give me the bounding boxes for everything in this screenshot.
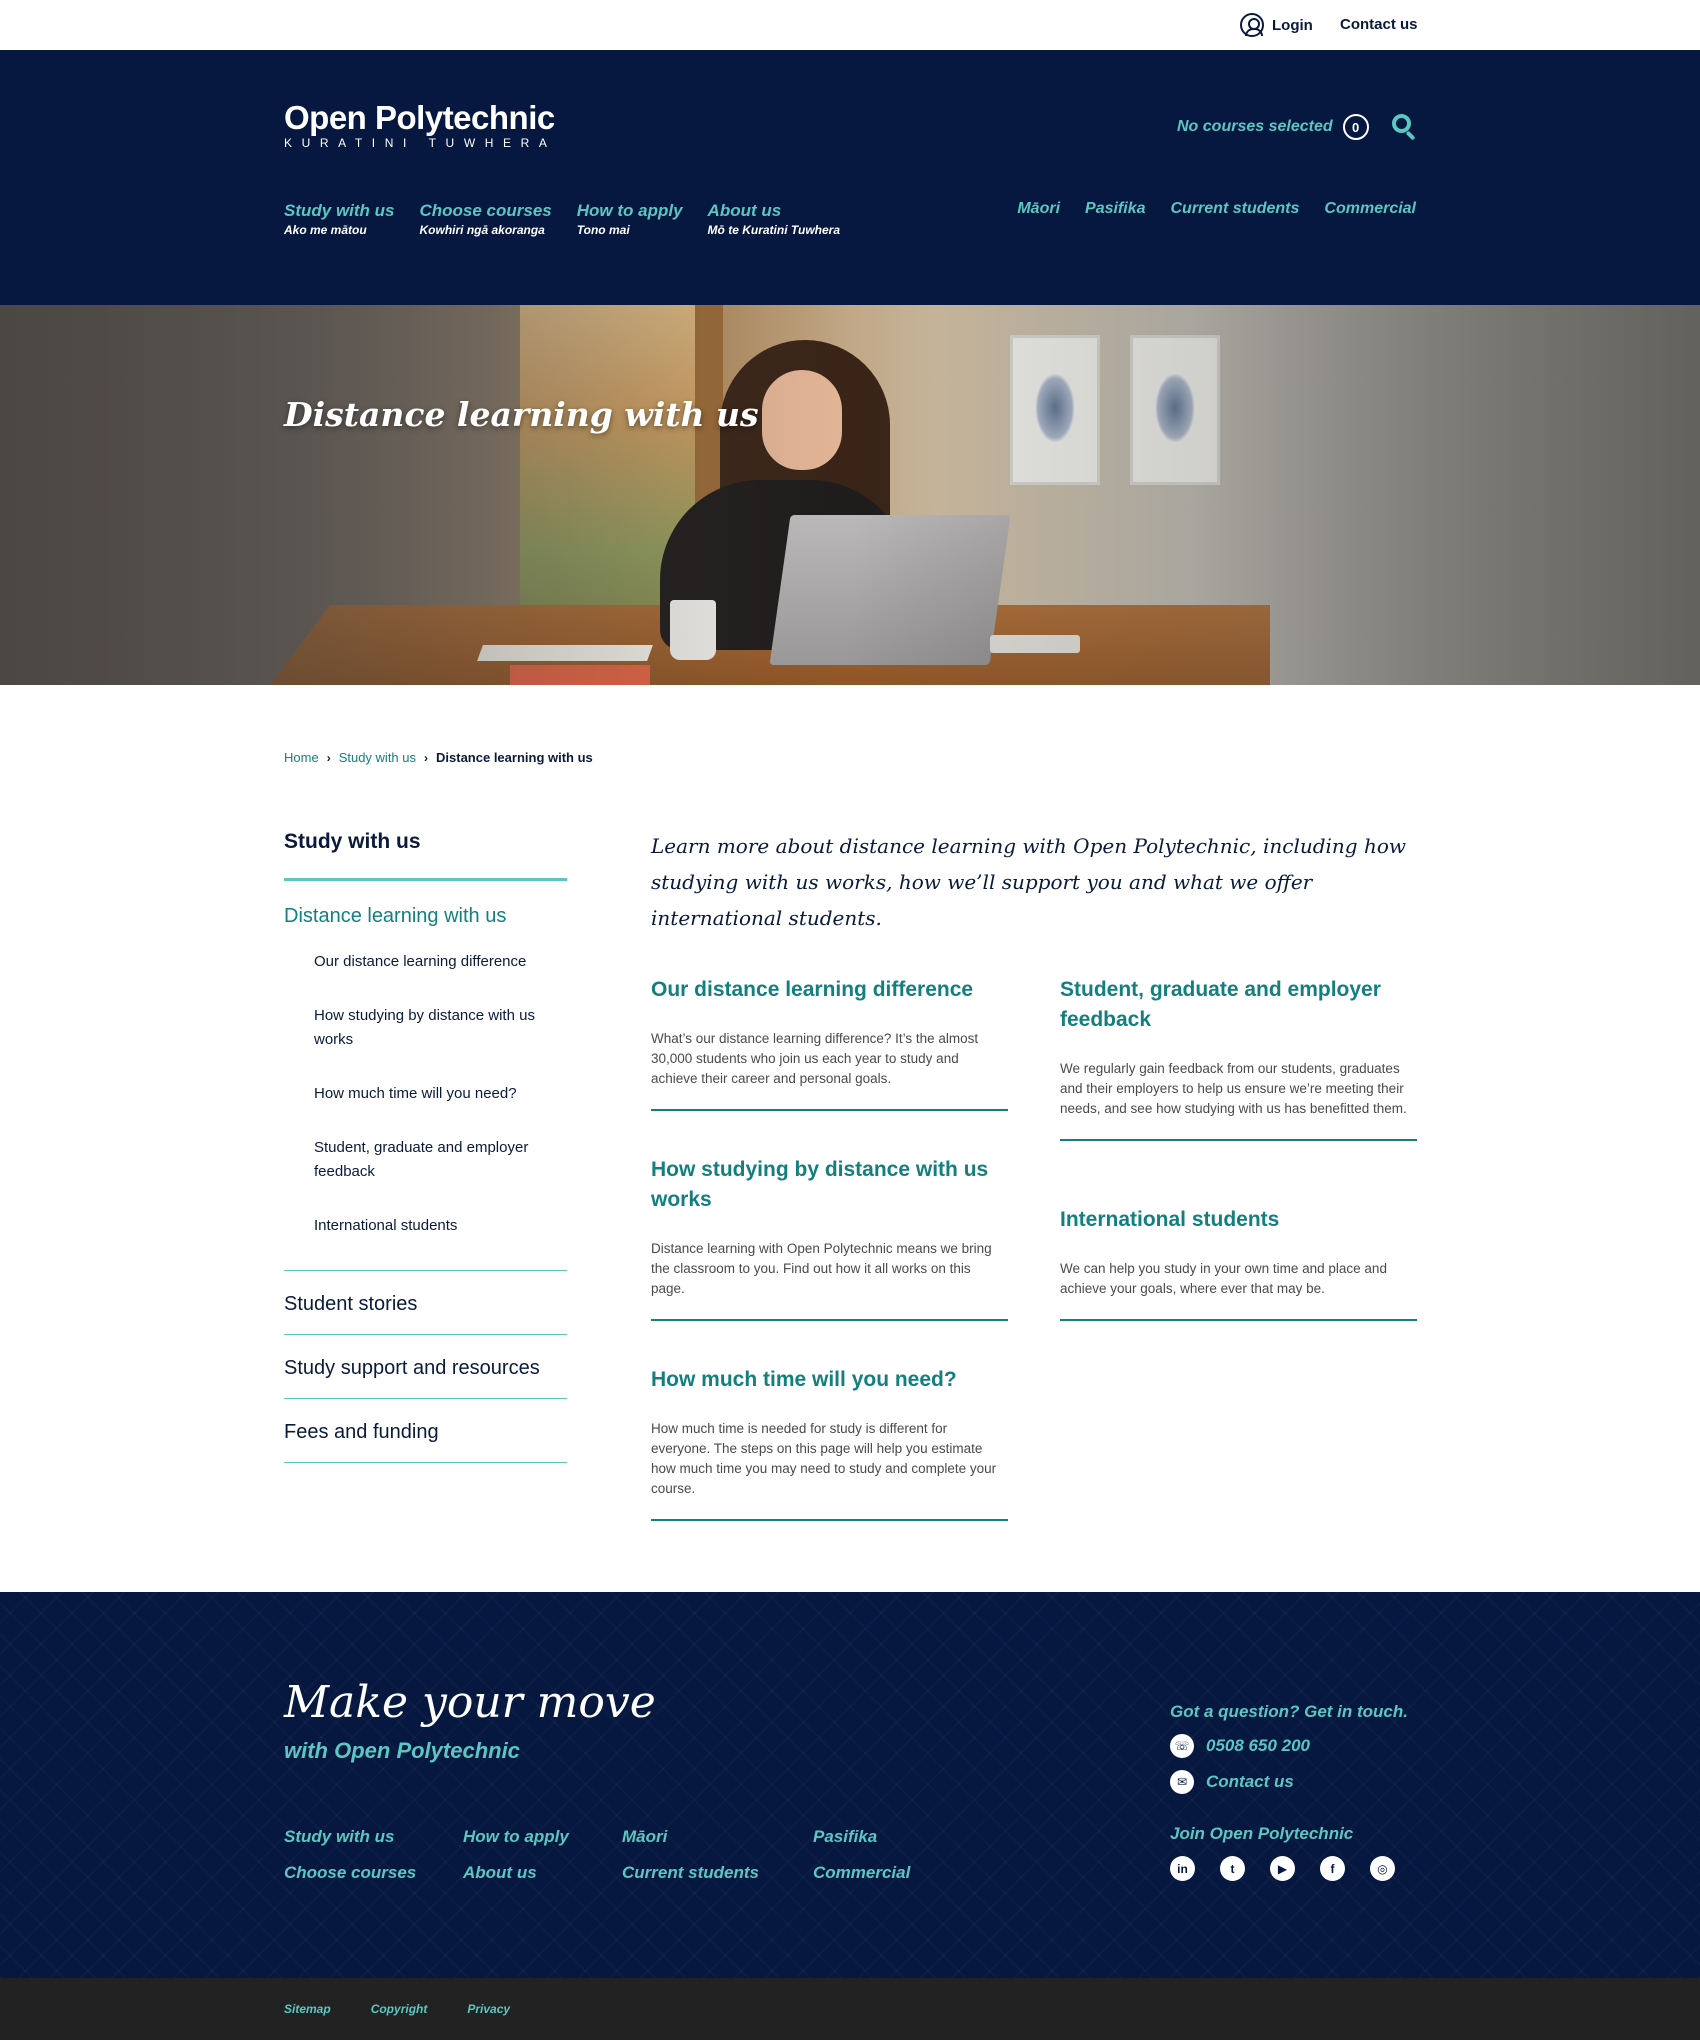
card-title[interactable]: Our distance learning difference [651,975,1008,1005]
footer-link-study-with-us[interactable]: Study with us [284,1827,463,1847]
footer-links: Study with us How to apply Māori Pasifik… [284,1827,973,1883]
footer-link-choose-courses[interactable]: Choose courses [284,1863,463,1883]
nav-choose-courses[interactable]: Choose courses Kowhiri ngā akoranga [420,200,552,237]
sidebar-item-distance-learning[interactable]: Distance learning with us [284,905,567,928]
card-body: We can help you study in your own time a… [1060,1261,1387,1296]
breadcrumb-study-with-us[interactable]: Study with us [339,750,416,765]
card-body: What’s our distance learning difference?… [651,1031,979,1086]
facebook-icon[interactable]: f [1320,1856,1345,1881]
sidebar-nav: Study with us Distance learning with us … [284,830,567,1463]
linkedin-icon[interactable]: in [1170,1856,1195,1881]
hero-banner: Distance learning with us [0,305,1700,685]
contact-heading: Got a question? Get in touch. [1170,1702,1408,1721]
card-body: Distance learning with Open Polytechnic … [651,1241,992,1296]
twitter-icon[interactable]: t [1220,1856,1245,1881]
nav-pasifika[interactable]: Pasifika [1085,200,1145,218]
footer-link-maori[interactable]: Māori [622,1827,813,1847]
site-logo[interactable]: Open Polytechnic KURATINI TUWHERA [284,99,557,151]
breadcrumb-home[interactable]: Home [284,750,319,765]
courses-count-badge: 0 [1342,114,1369,140]
legal-link-privacy[interactable]: Privacy [467,2002,510,2016]
main-nav: Study with us Ako me mātou Choose course… [284,200,865,237]
card-body: We regularly gain feedback from our stud… [1060,1061,1407,1116]
sidebar-item-student-stories[interactable]: Student stories [284,1271,567,1335]
breadcrumb: Home › Study with us › Distance learning… [284,750,593,765]
breadcrumb-current: Distance learning with us [436,750,593,765]
sidebar-subitem-how-it-works[interactable]: How studying by distance with us works [314,1004,567,1052]
instagram-icon[interactable]: ◎ [1370,1856,1395,1881]
sidebar-subitem-difference[interactable]: Our distance learning difference [314,950,567,974]
legal-link-sitemap[interactable]: Sitemap [284,2002,331,2016]
utility-bar: Login Contact us [0,0,1700,50]
sidebar-subnav: Our distance learning difference How stu… [284,950,567,1271]
card-title[interactable]: Student, graduate and employer feedback [1060,975,1417,1035]
search-button[interactable] [1390,112,1420,142]
legal-link-copyright[interactable]: Copyright [371,2002,428,2016]
footer-contact: Got a question? Get in touch. ☏ 0508 650… [1170,1702,1416,1881]
secondary-nav: Māori Pasifika Current students Commerci… [1017,200,1416,218]
login-label: Login [1272,16,1313,34]
content-card[interactable]: How studying by distance with us works D… [651,1155,1008,1321]
sidebar-subitem-feedback[interactable]: Student, graduate and employer feedback [314,1136,567,1184]
nav-how-to-apply[interactable]: How to apply Tono mai [577,200,683,237]
card-title[interactable]: How much time will you need? [651,1365,1008,1395]
footer-link-pasifika[interactable]: Pasifika [813,1827,973,1847]
sidebar-heading[interactable]: Study with us [284,830,567,881]
phone-number: 0508 650 200 [1206,1736,1310,1755]
legal-bar: Sitemap Copyright Privacy [0,1978,1700,2040]
course-selection-status[interactable]: No courses selected 0 [1177,114,1369,140]
intro-text: Learn more about distance learning with … [651,834,1407,930]
sidebar-item-study-support[interactable]: Study support and resources [284,1335,567,1399]
nav-study-with-us[interactable]: Study with us Ako me mātou [284,200,395,237]
content-card[interactable]: International students We can help you s… [1060,1205,1417,1321]
content-card[interactable]: How much time will you need? How much ti… [651,1365,1008,1521]
nav-current-students[interactable]: Current students [1171,200,1300,218]
courses-status-label: No courses selected [1177,118,1333,135]
nav-commercial[interactable]: Commercial [1324,200,1416,218]
legal-links: Sitemap Copyright Privacy [284,2002,510,2016]
sidebar-item-fees-funding[interactable]: Fees and funding [284,1399,567,1463]
card-body: How much time is needed for study is dif… [651,1421,997,1496]
card-title[interactable]: International students [1060,1205,1417,1235]
youtube-icon[interactable]: ▶ [1270,1856,1295,1881]
footer-link-about-us[interactable]: About us [463,1863,622,1883]
card-title[interactable]: How studying by distance with us works [651,1155,1008,1215]
nav-about-us[interactable]: About us Mō te Kuratini Tuwhera [708,200,840,237]
page-title: Distance learning with us [284,395,759,434]
phone-icon: ☏ [1170,1734,1194,1758]
content-card[interactable]: Student, graduate and employer feedback … [1060,975,1417,1141]
content-card[interactable]: Our distance learning difference What’s … [651,975,1008,1111]
join-heading: Join Open Polytechnic [1170,1824,1354,1843]
footer-link-how-to-apply[interactable]: How to apply [463,1827,622,1847]
user-icon [1240,13,1264,37]
logo-main-text: Open Polytechnic [284,99,555,136]
footer-contact-label: Contact us [1206,1772,1294,1791]
logo-sub-text: KURATINI TUWHERA [284,136,557,150]
footer-contact-link[interactable]: ✉ Contact us [1170,1770,1416,1794]
chevron-right-icon: › [326,750,331,765]
site-header: Open Polytechnic KURATINI TUWHERA No cou… [0,50,1700,305]
login-link[interactable]: Login [1240,13,1313,37]
footer-link-current-students[interactable]: Current students [622,1863,813,1883]
nav-maori[interactable]: Māori [1017,200,1060,218]
chevron-right-icon: › [424,750,429,765]
social-links: in t ▶ f ◎ [1170,1856,1416,1881]
footer-tagline: Make your move [284,1677,656,1728]
mail-icon: ✉ [1170,1770,1194,1794]
sidebar-subitem-international[interactable]: International students [314,1214,567,1238]
contact-us-link[interactable]: Contact us [1340,16,1418,33]
phone-link[interactable]: ☏ 0508 650 200 [1170,1734,1416,1758]
footer-link-commercial[interactable]: Commercial [813,1863,973,1883]
footer-subtagline: with Open Polytechnic [284,1738,520,1763]
sidebar-subitem-time-needed[interactable]: How much time will you need? [314,1082,567,1106]
site-footer: Make your move with Open Polytechnic Stu… [0,1592,1700,1978]
